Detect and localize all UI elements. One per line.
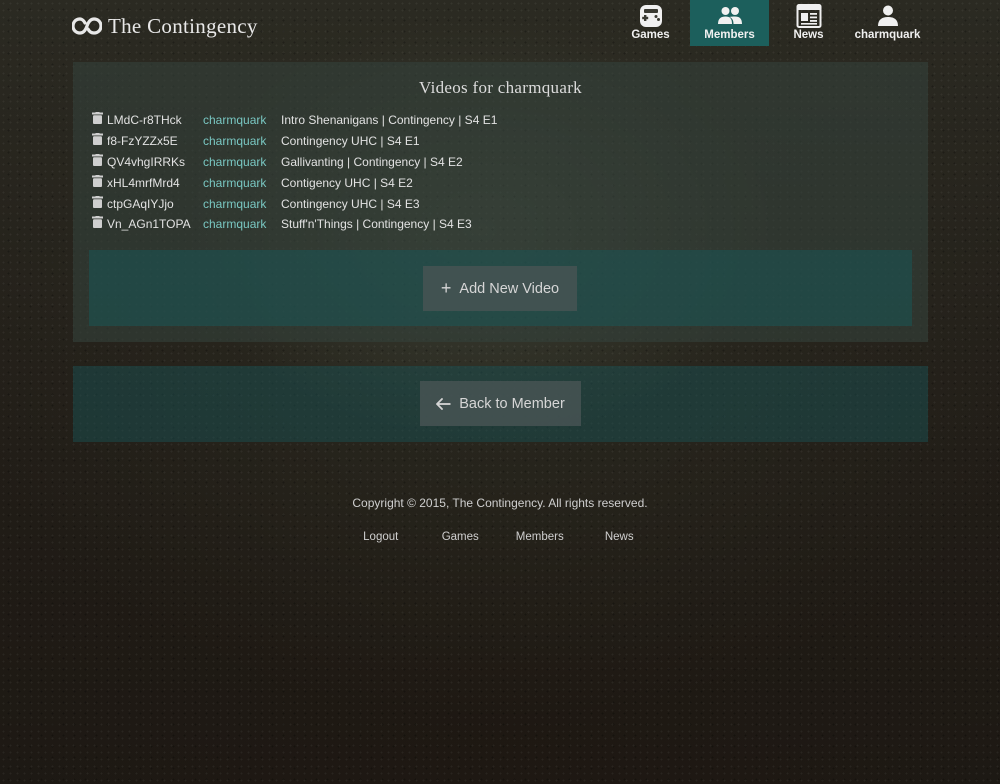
trash-icon[interactable] [92, 216, 103, 229]
arrow-left-icon [436, 397, 451, 410]
video-id: LMdC-r8THck [107, 113, 182, 128]
add-new-video-button[interactable]: + Add New Video [423, 266, 577, 311]
video-row: f8-FzYZZx5E charmquark Contingency UHC |… [92, 131, 497, 152]
users-icon [717, 7, 742, 24]
video-user-link[interactable]: charmquark [203, 113, 281, 127]
video-title: Contingency UHC | S4 E1 [281, 134, 420, 149]
add-video-box: + Add New Video [89, 250, 912, 326]
video-user-link[interactable]: charmquark [203, 155, 281, 169]
back-panel: Back to Member [73, 366, 928, 442]
nav-item-profile[interactable]: charmquark [848, 0, 927, 46]
video-title: Stuff'n'Things | Contingency | S4 E3 [281, 217, 472, 232]
add-new-video-label: Add New Video [459, 280, 560, 297]
nav-item-news[interactable]: News [769, 0, 848, 46]
trash-icon[interactable] [92, 133, 103, 146]
video-id: Vn_AGn1TOPA [107, 217, 191, 232]
video-row: ctpGAqIYJjo charmquark Contingency UHC |… [92, 193, 497, 214]
back-to-member-label: Back to Member [459, 395, 565, 412]
video-title: Gallivanting | Contingency | S4 E2 [281, 154, 463, 169]
video-user-link[interactable]: charmquark [203, 217, 281, 231]
video-user-link[interactable]: charmquark [203, 197, 281, 211]
top-bar: The Contingency Games Members News charm… [0, 0, 1000, 50]
trash-icon[interactable] [92, 153, 103, 166]
video-row: QV4vhgIRRKs charmquark Gallivanting | Co… [92, 152, 497, 173]
main-nav: Games Members News charmquark [611, 0, 927, 46]
video-user-link[interactable]: charmquark [203, 176, 281, 190]
site-title: The Contingency [108, 13, 258, 38]
video-title: Intro Shenanigans | Contingency | S4 E1 [281, 113, 498, 128]
trash-icon[interactable] [92, 195, 103, 208]
video-row: xHL4mrfMrd4 charmquark Contigency UHC | … [92, 172, 497, 193]
trash-icon[interactable] [92, 112, 103, 125]
site-logo-link[interactable]: The Contingency [72, 12, 258, 40]
footer-link-news[interactable]: News [580, 531, 660, 543]
footer-link-logout[interactable]: Logout [341, 531, 421, 543]
nav-item-games[interactable]: Games [611, 0, 690, 46]
trash-icon[interactable] [92, 174, 103, 187]
footer-link-games[interactable]: Games [421, 531, 501, 543]
video-title: Contingency UHC | S4 E3 [281, 196, 420, 211]
video-id: xHL4mrfMrd4 [107, 175, 180, 190]
newspaper-icon [796, 4, 821, 28]
footer-links: Logout Games Members News [341, 531, 659, 543]
video-list: LMdC-r8THck charmquark Intro Shenanigans… [92, 110, 497, 235]
video-user-link[interactable]: charmquark [203, 134, 281, 148]
nav-label-news: News [793, 29, 824, 41]
video-row: LMdC-r8THck charmquark Intro Shenanigans… [92, 110, 497, 131]
infinity-logo-icon [72, 17, 102, 35]
video-id: QV4vhgIRRKs [107, 154, 186, 169]
gamepad-icon [639, 5, 662, 27]
videos-title: Videos for charmquark [419, 78, 582, 97]
copyright-text: Copyright © 2015, The Contingency. All r… [352, 496, 648, 510]
plus-icon: + [440, 277, 452, 298]
video-id: ctpGAqIYJjo [107, 196, 174, 211]
footer-link-members[interactable]: Members [500, 531, 580, 543]
videos-panel: Videos for charmquark LMdC-r8THck charmq… [73, 62, 928, 342]
nav-label-members: Members [704, 29, 755, 41]
nav-label-games: Games [631, 29, 670, 41]
nav-item-members[interactable]: Members [690, 0, 769, 46]
user-icon [877, 5, 898, 26]
back-to-member-button[interactable]: Back to Member [420, 381, 581, 426]
video-row: Vn_AGn1TOPA charmquark Stuff'n'Things | … [92, 214, 497, 235]
video-title: Contigency UHC | S4 E2 [281, 175, 413, 190]
nav-label-profile: charmquark [854, 29, 921, 41]
video-id: f8-FzYZZx5E [107, 134, 178, 149]
